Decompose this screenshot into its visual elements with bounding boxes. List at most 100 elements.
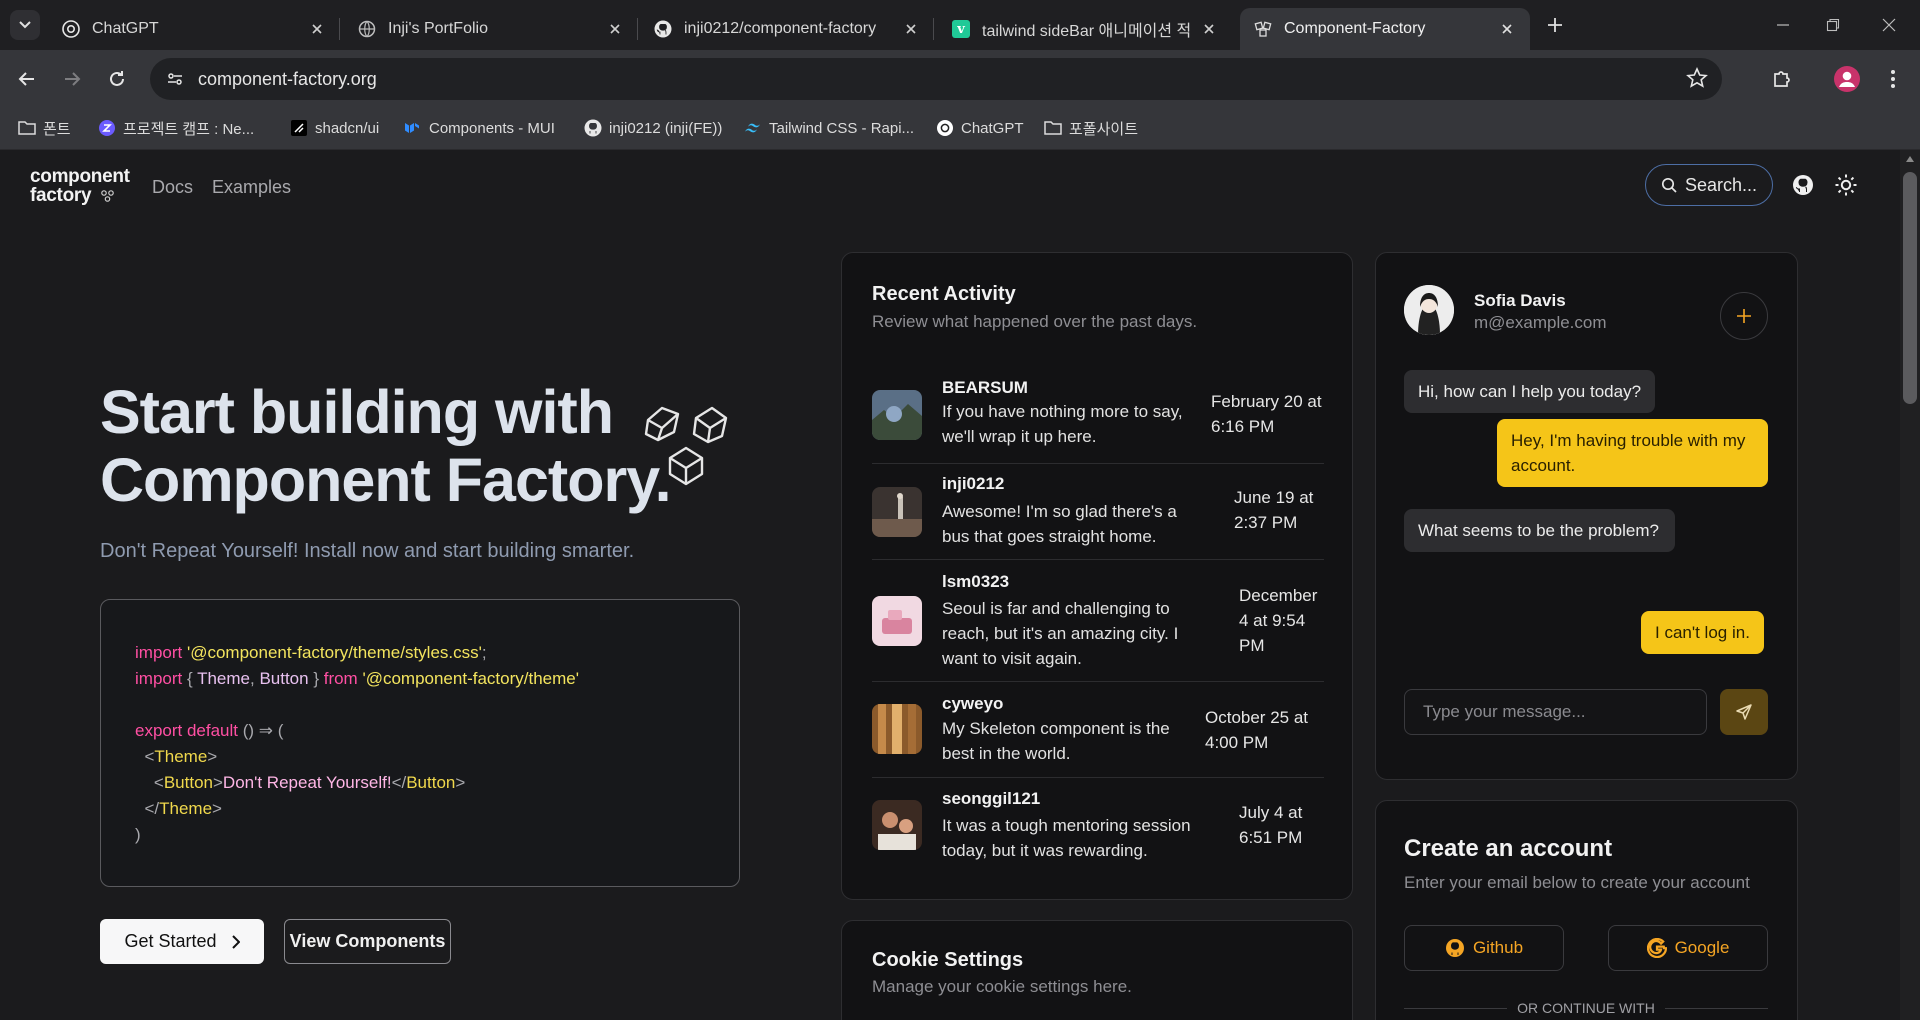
logo-dots-icon <box>101 190 114 202</box>
code-token: } <box>308 669 324 688</box>
nav-examples[interactable]: Examples <box>212 177 291 198</box>
hero-title: Start building with Component Factory. <box>100 378 672 514</box>
activity-item[interactable]: inji0212 Awesome! I'm so glad there's a … <box>872 464 1324 560</box>
velog-icon: v <box>952 20 970 38</box>
tab-component-factory[interactable]: Component-Factory <box>1240 8 1530 50</box>
close-window-button[interactable] <box>1874 10 1904 40</box>
send-button[interactable] <box>1720 689 1768 735</box>
bookmark-item[interactable]: inji0212 (inji(FE)) <box>584 116 722 140</box>
activity-message: My Skeleton component is the best in the… <box>942 719 1170 763</box>
tab-velog[interactable]: v tailwind sideBar 애니메이션 적 <box>938 8 1232 50</box>
bookmark-label: ChatGPT <box>961 119 1024 137</box>
code-token: < <box>135 747 155 766</box>
tab-chatgpt[interactable]: ChatGPT <box>48 8 340 50</box>
browser-menu-button[interactable] <box>1876 62 1910 96</box>
code-token: < <box>135 773 164 792</box>
get-started-button[interactable]: Get Started <box>100 919 264 964</box>
bookmark-item[interactable]: shadcn/ui <box>290 116 379 140</box>
close-tab-icon[interactable] <box>902 20 920 38</box>
code-token: Theme <box>159 799 213 818</box>
bookmark-label: 폰트 <box>43 120 71 138</box>
search-button[interactable]: Search... <box>1645 164 1773 206</box>
sun-icon <box>1835 174 1857 196</box>
back-button[interactable] <box>10 62 44 96</box>
hero-title-line-2: Component Factory. <box>100 446 672 514</box>
scrollbar-thumb[interactable] <box>1903 172 1917 404</box>
plus-icon <box>1548 18 1562 32</box>
contact-name: Sofia Davis <box>1474 291 1566 310</box>
activity-message: It was a tough mentoring session today, … <box>942 816 1191 860</box>
tab-portfolio[interactable]: Inji's PortFolio <box>344 8 638 50</box>
bookmark-item[interactable]: 폰트 <box>18 116 71 140</box>
chat-message-outgoing: I can't log in. <box>1641 611 1764 654</box>
bookmark-label: Tailwind CSS - Rapi... <box>769 119 915 137</box>
minimize-button[interactable] <box>1768 10 1798 40</box>
code-token: import <box>135 669 183 688</box>
bookmark-item[interactable]: 프로젝트 캠프 : Ne... <box>98 116 254 140</box>
tab-search-button[interactable] <box>10 10 40 40</box>
close-tab-icon[interactable] <box>1498 20 1516 38</box>
activity-item[interactable]: seonggil121 It was a tough mentoring ses… <box>872 778 1324 874</box>
bookmark-item[interactable]: Components - MUI <box>404 116 555 140</box>
google-signup-button[interactable]: Google <box>1608 925 1768 971</box>
bookmark-item[interactable]: Tailwind CSS - Rapi... <box>744 116 914 140</box>
restore-button[interactable] <box>1818 10 1848 40</box>
forward-button[interactable] <box>55 62 89 96</box>
activity-item[interactable]: lsm0323 Seoul is far and challenging to … <box>872 560 1324 682</box>
activity-item[interactable]: BEARSUM If you have nothing more to say,… <box>872 368 1324 464</box>
button-label: Github <box>1472 938 1524 957</box>
card-title: Create an account <box>1404 835 1613 862</box>
code-token: ) <box>135 825 141 844</box>
bookmark-item[interactable]: 포폴사이트 <box>1044 116 1138 140</box>
code-token: () ⇒ ( <box>238 721 284 740</box>
card-subtitle: Review what happened over the past days. <box>872 312 1198 331</box>
code-token: ; <box>481 643 487 662</box>
nav-docs[interactable]: Docs <box>152 177 193 198</box>
more-vertical-icon <box>1891 70 1895 88</box>
card-subtitle: Manage your cookie settings here. <box>872 977 1132 996</box>
reload-button[interactable] <box>100 62 134 96</box>
code-snippet: import '@component-factory/theme/styles.… <box>100 599 740 887</box>
divider-line <box>1664 1007 1768 1009</box>
new-tab-button[interactable] <box>1542 12 1568 38</box>
or-divider: OR CONTINUE WITH <box>1404 997 1768 1019</box>
message-input[interactable] <box>1404 689 1707 735</box>
activity-date: June 19 at 2:37 PM <box>1234 488 1314 532</box>
code-token: { <box>186 669 198 688</box>
site-info-icon[interactable] <box>162 66 188 92</box>
code-token: Theme <box>197 669 250 688</box>
site-logo[interactable]: component factory <box>30 167 130 205</box>
hero-title-line-1: Start building with <box>100 378 614 446</box>
contact-email: m@example.com <box>1474 313 1607 332</box>
github-link[interactable] <box>1790 172 1816 198</box>
page-scrollbar[interactable] <box>1900 150 1920 1020</box>
zep-icon <box>98 119 116 137</box>
extensions-button[interactable] <box>1765 62 1799 96</box>
scroll-up-arrow-icon[interactable] <box>1906 156 1914 162</box>
new-chat-button[interactable] <box>1720 292 1768 340</box>
mui-icon <box>404 119 422 137</box>
code-token: Button <box>163 773 213 792</box>
close-tab-icon[interactable] <box>1200 20 1218 38</box>
address-bar[interactable]: component-factory.org <box>150 58 1722 100</box>
bookmark-item[interactable]: ChatGPT <box>936 116 1024 140</box>
github-icon <box>584 119 602 137</box>
code-token: from <box>323 669 358 688</box>
profile-button[interactable] <box>1830 62 1864 96</box>
code-token: Don't Repeat Yourself! <box>222 773 392 792</box>
activity-item[interactable]: cyweyo My Skeleton component is the best… <box>872 682 1324 778</box>
browser-toolbar: component-factory.org <box>0 50 1920 108</box>
bookmark-star-icon[interactable] <box>1686 67 1708 94</box>
close-tab-icon[interactable] <box>308 20 326 38</box>
activity-username: BEARSUM <box>942 378 1028 397</box>
tab-github-repo[interactable]: inji0212/component-factory <box>640 8 934 50</box>
button-label: View Components <box>289 931 446 951</box>
tab-title: inji0212/component-factory <box>684 20 877 37</box>
view-components-button[interactable]: View Components <box>284 919 451 964</box>
theme-toggle[interactable] <box>1833 172 1859 198</box>
github-signup-button[interactable]: Github <box>1404 925 1564 971</box>
close-tab-icon[interactable] <box>606 20 624 38</box>
code-line: import '@component-factory/theme/styles.… <box>135 640 705 666</box>
tab-title: ChatGPT <box>92 20 159 37</box>
